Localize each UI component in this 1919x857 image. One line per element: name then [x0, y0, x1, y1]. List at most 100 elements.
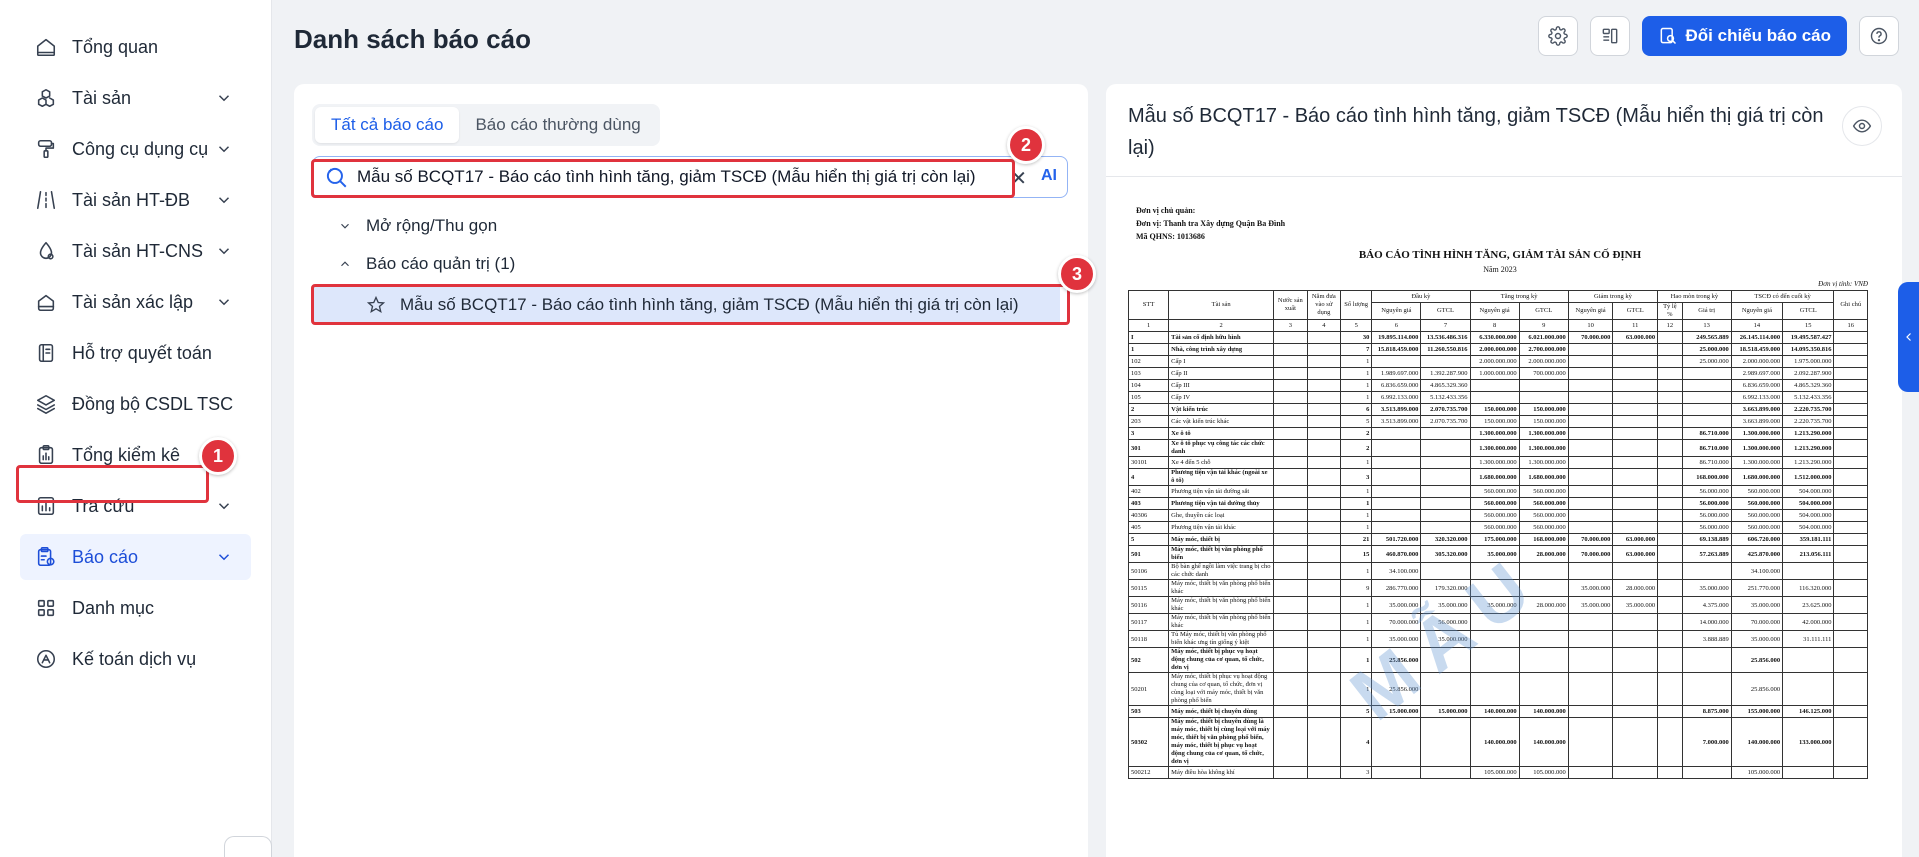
tab-all-reports[interactable]: Tất cả báo cáo [315, 107, 460, 143]
table-cell [1681, 766, 1732, 779]
sidebar-item-8[interactable]: Đồng bộ CSDL TSC [20, 381, 251, 427]
page-title: Danh sách báo cáo [294, 24, 531, 54]
table-cell: 70.000.000 [1567, 545, 1614, 563]
table-cell: 105.000.000 [1730, 766, 1784, 779]
preview-toggle-button[interactable] [1842, 106, 1882, 146]
table-cell [1371, 766, 1422, 779]
chevron-down-icon [215, 242, 233, 260]
expand-collapse-row[interactable]: Mở rộng/Thu gọn [338, 216, 497, 236]
sidebar-item-11[interactable]: Báo cáo [20, 534, 251, 580]
table-cell: Cấp I [1168, 355, 1275, 368]
table-cell: 405 [1128, 521, 1170, 534]
sidebar-item-3[interactable]: Công cụ dụng cụ [20, 126, 251, 172]
sidebar-item-6[interactable]: Tài sản xác lập [20, 279, 251, 325]
tab-frequent-reports[interactable]: Báo cáo thường dùng [459, 107, 656, 143]
report-item-bcqt17[interactable]: Mẫu số BCQT17 - Báo cáo tình hình tăng, … [314, 286, 1060, 324]
table-cell [1518, 391, 1569, 404]
table-row: 40306 Ghe, thuyền các loại 1 560.000.000 560… [1128, 509, 1868, 522]
table-row: 203 Các vật kiến trúc khác 5 3.513.899.000 2… [1128, 415, 1868, 428]
table-cell [1657, 562, 1683, 580]
sidebar-item-10[interactable]: Tra cứu [20, 483, 251, 529]
table-cell: 3.663.899.000 [1730, 415, 1784, 428]
table-cell [1306, 647, 1342, 673]
sidebar-item-4[interactable]: Tài sản HT-ĐB [20, 177, 251, 223]
table-cell: 140.000.000 [1469, 705, 1520, 718]
settings-button[interactable] [1537, 16, 1578, 56]
table-cell: 286.770.000 [1371, 579, 1422, 597]
table-cell: 8.875.000 [1681, 705, 1732, 718]
table-cell [1420, 509, 1471, 522]
table-cell [1306, 355, 1342, 368]
table-cell [1657, 509, 1683, 522]
ai-button[interactable]: AI [1041, 167, 1057, 185]
report-group-label: Báo cáo quản trị (1) [366, 254, 516, 273]
table-cell: 34.100.000 [1730, 562, 1784, 580]
table-cell [1833, 427, 1868, 440]
doc-table-header: 5 [1340, 319, 1373, 332]
doc-table-header: 6 [1371, 319, 1422, 332]
report-search-box[interactable]: Mẫu số BCQT17 - Báo cáo tình hình tăng, … [312, 156, 1068, 198]
table-cell [1833, 403, 1868, 416]
paint-roller-icon [34, 137, 58, 161]
table-cell: 63.000.000 [1612, 331, 1659, 344]
doc-year: Năm 2023 [1483, 265, 1517, 274]
table-cell: 5 [1128, 533, 1170, 546]
table-row: 500212 Máy điều hòa không khí 3 105.000.000… [1128, 766, 1868, 779]
table-cell: 28.000.000 [1518, 545, 1569, 563]
sidebar-item-5[interactable]: Tài sản HT-CNS [20, 228, 251, 274]
table-cell: 2.000.000.000 [1469, 343, 1520, 356]
table-cell [1518, 647, 1569, 673]
table-cell: 503 [1128, 705, 1170, 718]
sidebar-item-7[interactable]: Hỗ trợ quyết toán [20, 330, 251, 376]
sidebar-item-12[interactable]: Danh mục [20, 585, 251, 631]
table-cell [1833, 355, 1868, 368]
table-row: 50106 Bộ bàn ghế ngồi làm việc trang bị c… [1128, 562, 1868, 580]
compare-report-button[interactable]: Đối chiếu báo cáo [1641, 16, 1847, 56]
eye-icon [1852, 116, 1872, 136]
table-cell: 86.710.000 [1681, 456, 1732, 469]
table-cell: 19.495.587.427 [1782, 331, 1835, 344]
table-cell: 4 [1340, 717, 1373, 767]
table-cell: 2 [1340, 427, 1373, 440]
table-cell [1833, 630, 1868, 648]
side-panel-toggle[interactable] [1898, 282, 1919, 392]
table-cell [1420, 717, 1471, 767]
table-cell [1567, 355, 1614, 368]
table-cell: 1 [1340, 613, 1373, 631]
table-cell: 6.330.000.000 [1469, 331, 1520, 344]
table-cell [1273, 367, 1308, 380]
table-cell: 86.710.000 [1681, 427, 1732, 440]
table-row: 50116 Máy móc, thiết bị văn phòng phổ biế… [1128, 596, 1868, 614]
search-input[interactable]: Mẫu số BCQT17 - Báo cáo tình hình tăng, … [357, 167, 976, 187]
table-cell: 6.836.659.000 [1730, 379, 1784, 392]
table-cell: 35.000.000 [1612, 596, 1659, 614]
help-button[interactable] [1859, 16, 1899, 56]
table-cell: 50106 [1128, 562, 1170, 580]
table-cell [1657, 456, 1683, 469]
doc-table-header: 8 [1469, 319, 1520, 332]
star-icon[interactable] [366, 295, 400, 315]
table-cell [1657, 672, 1683, 706]
clear-search-icon[interactable]: ✕ [1010, 166, 1027, 191]
table-cell [1371, 355, 1422, 368]
sidebar: Tổng quan Tài sản Công cụ dụng cụ Tài sản H… [0, 0, 272, 857]
collapse-sidebar-handle[interactable] [224, 836, 272, 857]
sidebar-item-13[interactable]: Kế toán dịch vụ [20, 636, 251, 682]
table-cell: 15.818.459.000 [1371, 343, 1422, 356]
table-cell: 150.000.000 [1469, 403, 1520, 416]
table-cell: 305.320.000 [1420, 545, 1471, 563]
report-group-row[interactable]: Báo cáo quản trị (1) [338, 254, 515, 274]
sidebar-item-2[interactable]: Tài sản [20, 75, 251, 121]
table-cell [1833, 415, 1868, 428]
table-row: 50302 Máy móc, thiết bị chuyên dùng là má… [1128, 717, 1868, 767]
table-row: 1 Nhà, công trình xây dựng 7 15.818.459.000… [1128, 343, 1868, 356]
doc-table-header: Giá trị [1681, 302, 1732, 320]
table-cell [1657, 439, 1683, 457]
layout-toggle-button[interactable] [1589, 16, 1630, 56]
table-cell: 56.000.000 [1420, 613, 1471, 631]
table-cell: 2 [1340, 439, 1373, 457]
table-cell: 2 [1128, 403, 1170, 416]
table-cell [1273, 672, 1308, 706]
doc-table-header: Hao mòn trong kỳ [1657, 290, 1732, 303]
sidebar-item-1[interactable]: Tổng quan [20, 24, 251, 70]
